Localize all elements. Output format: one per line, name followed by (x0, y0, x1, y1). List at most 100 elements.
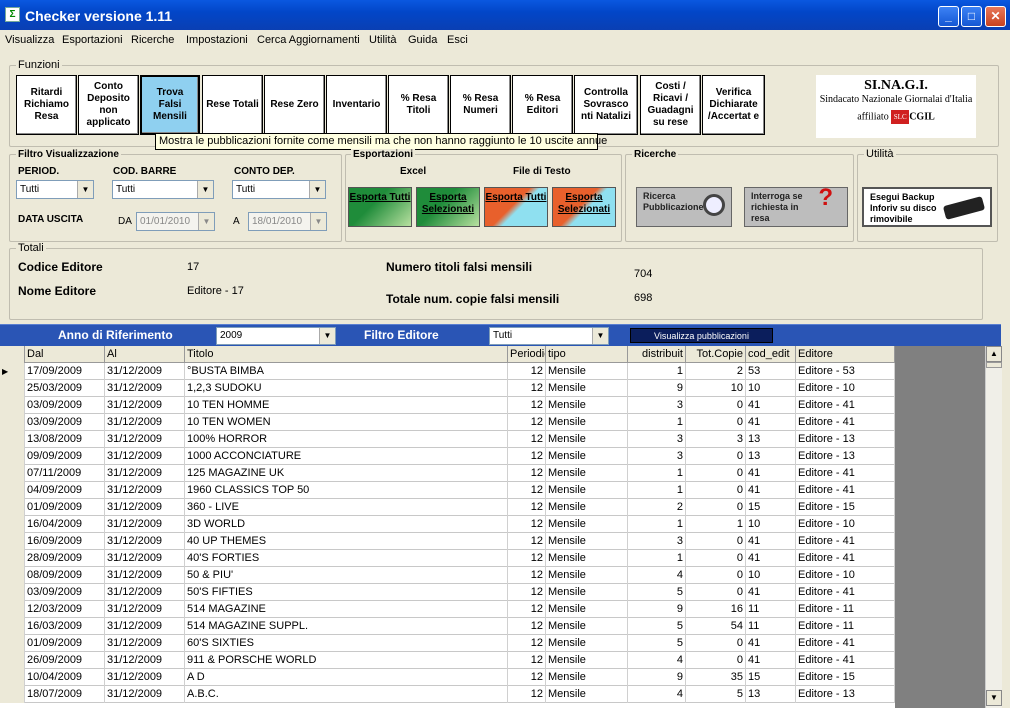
table-row[interactable]: 16/04/2009 31/12/2009 3D WORLD 12 Mensile 1 1 1… (0, 516, 895, 533)
cell-al[interactable]: 31/12/2009 (105, 584, 185, 601)
cell-codedit[interactable]: 10 (746, 567, 796, 584)
trova-falsi-mensili-button[interactable]: Trova Falsi Mensili (140, 75, 200, 135)
cell-titolo[interactable]: 60'S SIXTIES (185, 635, 508, 652)
cell-tipo[interactable]: Mensile (546, 465, 628, 482)
table-row[interactable]: 03/09/2009 31/12/2009 50'S FIFTIES 12 Mensil… (0, 584, 895, 601)
table-row[interactable]: 04/09/2009 31/12/2009 1960 CLASSICS TOP 50… (0, 482, 895, 499)
table-row[interactable]: 08/09/2009 31/12/2009 50 & PIU' 12 Mensile 4 0… (0, 567, 895, 584)
row-selector[interactable] (0, 499, 25, 516)
vertical-scrollbar[interactable]: ▲ ▼ (985, 346, 1002, 708)
cell-editore[interactable]: Editore - 41 (796, 652, 895, 669)
cell-editore[interactable]: Editore - 41 (796, 465, 895, 482)
row-selector[interactable] (0, 482, 25, 499)
cell-al[interactable]: 31/12/2009 (105, 499, 185, 516)
resa-editori-button[interactable]: % Resa Editori (512, 75, 573, 135)
cell-dal[interactable]: 03/09/2009 (25, 414, 105, 431)
cell-totcopie[interactable]: 2 (686, 363, 746, 380)
cell-tipo[interactable]: Mensile (546, 397, 628, 414)
chevron-down-icon[interactable]: ▼ (310, 213, 326, 230)
table-row[interactable]: 18/07/2009 31/12/2009 A.B.C. 12 Mensile 4 5 13 E… (0, 686, 895, 703)
cell-titolo[interactable]: 100% HORROR (185, 431, 508, 448)
conto-deposito-button[interactable]: Conto Deposito non applicato (78, 75, 139, 135)
cell-distribuit[interactable]: 3 (628, 431, 686, 448)
cell-dal[interactable]: 25/03/2009 (25, 380, 105, 397)
cell-tipo[interactable]: Mensile (546, 601, 628, 618)
cell-al[interactable]: 31/12/2009 (105, 669, 185, 686)
anno-select[interactable]: 2009 ▼ (216, 327, 336, 345)
cell-totcopie[interactable]: 0 (686, 550, 746, 567)
cell-editore[interactable]: Editore - 41 (796, 533, 895, 550)
row-selector[interactable] (0, 584, 25, 601)
row-selector[interactable] (0, 669, 25, 686)
cell-tipo[interactable]: Mensile (546, 652, 628, 669)
table-row[interactable]: 13/08/2009 31/12/2009 100% HORROR 12 Mensile… (0, 431, 895, 448)
cell-periodic[interactable]: 12 (508, 601, 546, 618)
cell-distribuit[interactable]: 9 (628, 669, 686, 686)
cell-distribuit[interactable]: 3 (628, 533, 686, 550)
cell-dal[interactable]: 16/03/2009 (25, 618, 105, 635)
cell-al[interactable]: 31/12/2009 (105, 567, 185, 584)
cell-distribuit[interactable]: 9 (628, 601, 686, 618)
cell-dal[interactable]: 03/09/2009 (25, 397, 105, 414)
chevron-down-icon[interactable]: ▼ (592, 328, 608, 344)
cell-codedit[interactable]: 41 (746, 465, 796, 482)
cell-al[interactable]: 31/12/2009 (105, 601, 185, 618)
cell-titolo[interactable]: 514 MAGAZINE (185, 601, 508, 618)
menu-utilita[interactable]: Utilità (369, 34, 397, 46)
cell-dal[interactable]: 16/09/2009 (25, 533, 105, 550)
cell-codedit[interactable]: 41 (746, 414, 796, 431)
cell-distribuit[interactable]: 4 (628, 652, 686, 669)
codbarre-select[interactable]: Tutti ▼ (112, 180, 214, 199)
col-editore[interactable]: Editore (796, 346, 895, 363)
table-row[interactable]: 01/09/2009 31/12/2009 60'S SIXTIES 12 Mensil… (0, 635, 895, 652)
cell-totcopie[interactable]: 16 (686, 601, 746, 618)
period-select[interactable]: Tutti ▼ (16, 180, 94, 199)
cell-codedit[interactable]: 41 (746, 482, 796, 499)
cell-tipo[interactable]: Mensile (546, 567, 628, 584)
row-selector[interactable] (0, 414, 25, 431)
cell-codedit[interactable]: 13 (746, 686, 796, 703)
cell-codedit[interactable]: 13 (746, 448, 796, 465)
testo-esporta-selezionati-button[interactable]: Esporta Selezionati (552, 187, 616, 227)
cell-al[interactable]: 31/12/2009 (105, 686, 185, 703)
cell-periodic[interactable]: 12 (508, 448, 546, 465)
cell-al[interactable]: 31/12/2009 (105, 482, 185, 499)
ritardi-richiamo-resa-button[interactable]: Ritardi Richiamo Resa (16, 75, 77, 135)
cell-tipo[interactable]: Mensile (546, 363, 628, 380)
cell-editore[interactable]: Editore - 13 (796, 431, 895, 448)
cell-codedit[interactable]: 11 (746, 618, 796, 635)
cell-al[interactable]: 31/12/2009 (105, 380, 185, 397)
ricerca-pubblicazione-button[interactable]: Ricerca Pubblicazione (636, 187, 732, 227)
cell-tipo[interactable]: Mensile (546, 635, 628, 652)
row-selector[interactable] (0, 550, 25, 567)
cell-titolo[interactable]: 1000 ACCONCIATURE (185, 448, 508, 465)
cell-dal[interactable]: 09/09/2009 (25, 448, 105, 465)
cell-titolo[interactable]: 1960 CLASSICS TOP 50 (185, 482, 508, 499)
cell-periodic[interactable]: 12 (508, 414, 546, 431)
cell-totcopie[interactable]: 10 (686, 380, 746, 397)
row-selector[interactable] (0, 465, 25, 482)
row-selector[interactable] (0, 567, 25, 584)
cell-titolo[interactable]: 514 MAGAZINE SUPPL. (185, 618, 508, 635)
contodep-select[interactable]: Tutti ▼ (232, 180, 326, 199)
cell-editore[interactable]: Editore - 41 (796, 414, 895, 431)
row-selector[interactable] (0, 397, 25, 414)
cell-codedit[interactable]: 41 (746, 397, 796, 414)
cell-totcopie[interactable]: 0 (686, 482, 746, 499)
row-selector[interactable] (0, 448, 25, 465)
table-row[interactable]: ▶ 17/09/2009 31/12/2009 °BUSTA BIMBA 12 Mensi… (0, 363, 895, 380)
cell-distribuit[interactable]: 5 (628, 584, 686, 601)
cell-periodic[interactable]: 12 (508, 618, 546, 635)
cell-codedit[interactable]: 13 (746, 431, 796, 448)
cell-codedit[interactable]: 41 (746, 584, 796, 601)
cell-totcopie[interactable]: 0 (686, 635, 746, 652)
cell-titolo[interactable]: 3D WORLD (185, 516, 508, 533)
cell-titolo[interactable]: 50 & PIU' (185, 567, 508, 584)
cell-al[interactable]: 31/12/2009 (105, 465, 185, 482)
table-row[interactable]: 01/09/2009 31/12/2009 360 - LIVE 12 Mensile 2… (0, 499, 895, 516)
cell-totcopie[interactable]: 0 (686, 414, 746, 431)
cell-titolo[interactable]: 50'S FIFTIES (185, 584, 508, 601)
cell-al[interactable]: 31/12/2009 (105, 414, 185, 431)
cell-periodic[interactable]: 12 (508, 380, 546, 397)
cell-al[interactable]: 31/12/2009 (105, 533, 185, 550)
